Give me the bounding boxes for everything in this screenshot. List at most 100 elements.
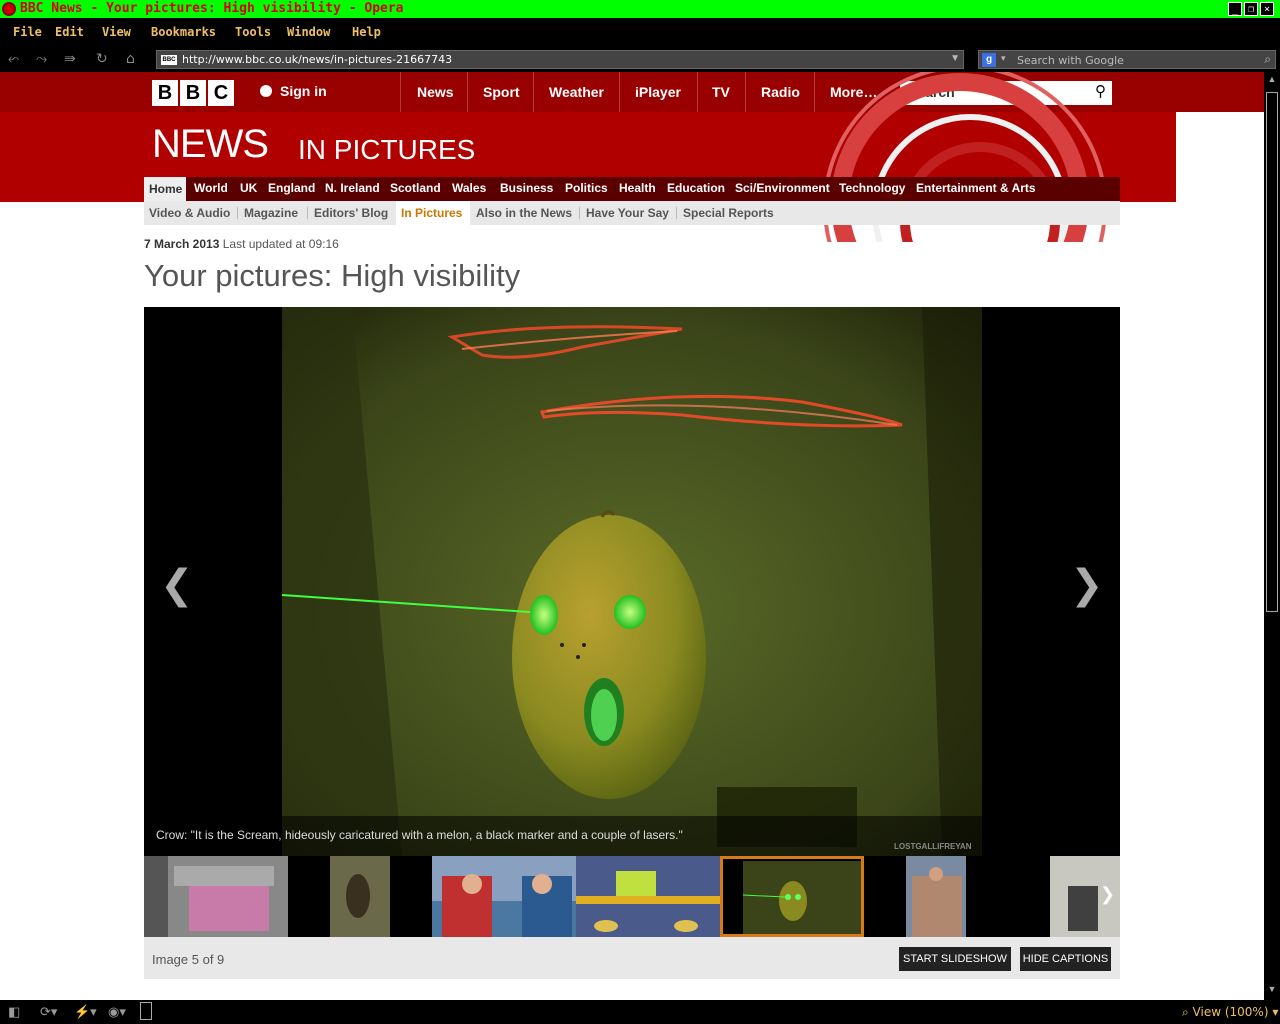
sub-nav-editors-blog[interactable]: Editors' Blog [314,206,388,220]
menu-edit[interactable]: Edit [55,25,84,39]
status-bar: ◧ ⟳▾ ⚡▾ ◉▾ ⌕ View (100%) ▾ [0,1000,1280,1024]
news-wordmark[interactable]: NEWS [152,122,269,167]
sign-in-link[interactable]: Sign in [260,83,327,99]
caption-text: Crow: "It is the Scream, hideously caric… [156,828,683,842]
site-favicon-icon: BBC [161,55,177,65]
hide-captions-button[interactable]: HIDE CAPTIONS [1020,947,1111,971]
section-nav-politics[interactable]: Politics [565,181,608,195]
section-nav-health[interactable]: Health [619,181,656,195]
section-nav-scotland[interactable]: Scotland [390,181,441,195]
nav-weather[interactable]: Weather [549,84,604,100]
section-nav-business[interactable]: Business [500,181,553,195]
page-title: Your pictures: High visibility [144,258,521,293]
nav-sport[interactable]: Sport [483,84,520,100]
sub-nav-also-in-the-news[interactable]: Also in the News [476,206,572,220]
sub-nav-have-your-say[interactable]: Have Your Say [586,206,669,220]
sub-nav-in-pictures[interactable]: In Pictures [401,206,462,220]
page-viewport: BBC Sign in News Sport Weather iPlayer T… [0,72,1264,1000]
section-nav: Home World UK England N. Ireland Scotlan… [144,177,1120,201]
url-text[interactable]: http://www.bbc.co.uk/news/in-pictures-21… [182,53,452,66]
sub-nav: Video & Audio Magazine Editors' Blog In … [144,201,1120,225]
turbo-icon[interactable]: ⚡▾ [74,1004,97,1020]
reload-icon[interactable]: ↻ [96,51,108,67]
nav-news[interactable]: News [417,84,454,100]
menu-file[interactable]: File [13,25,42,39]
publish-date: 7 March 2013 [144,237,220,251]
sub-nav-magazine[interactable]: Magazine [244,206,298,220]
globe-icon[interactable]: ◉▾ [108,1004,126,1020]
thumbnail-1[interactable] [144,856,288,937]
thumbnail-2[interactable] [288,856,432,937]
search-icon[interactable]: ⌕ [1264,52,1271,67]
article-date: 7 March 2013 Last updated at 09:16 [144,237,339,251]
melon-scream-photo [282,307,982,856]
user-icon [260,85,272,97]
section-nav-world[interactable]: World [194,181,228,195]
sub-nav-video-audio[interactable]: Video & Audio [149,206,230,220]
thumbnail-next-icon[interactable]: ❯ [1100,884,1115,905]
section-nav-wales[interactable]: Wales [452,181,486,195]
chevron-down-icon[interactable]: ▾ [1001,53,1006,64]
section-nav-technology[interactable]: Technology [839,181,905,195]
next-image-icon[interactable]: ❯ [1070,562,1104,608]
thumbnail-5-selected[interactable] [720,856,864,937]
image-counter: Image 5 of 9 [152,952,225,967]
section-nav-home[interactable]: Home [144,177,186,201]
previous-image-icon[interactable]: ❮ [160,562,194,608]
sync-icon[interactable]: ⟳▾ [40,1004,57,1020]
menu-tools[interactable]: Tools [235,25,271,39]
start-slideshow-button[interactable]: START SLIDESHOW [899,947,1011,971]
close-icon[interactable]: × [1260,2,1274,16]
menu-bookmarks[interactable]: Bookmarks [151,25,216,39]
menu-view[interactable]: View [102,25,131,39]
fast-forward-icon[interactable]: ⇛ [64,51,76,67]
panel-toggle-icon[interactable]: ◧ [8,1004,20,1020]
bbc-logo-letter: C [208,80,234,106]
section-nav-n-ireland[interactable]: N. Ireland [325,181,380,195]
banner-edge [1176,112,1264,202]
section-nav-entertainment[interactable]: Entertainment & Arts [916,181,1036,195]
section-nav-uk[interactable]: UK [240,181,257,195]
section-nav-england[interactable]: England [268,181,315,195]
address-field[interactable]: BBC http://www.bbc.co.uk/news/in-picture… [156,50,964,69]
sub-nav-special-reports[interactable]: Special Reports [683,206,774,220]
menu-bar: File Edit View Bookmarks Tools Window He… [0,18,1280,46]
section-nav-home-label: Home [149,182,183,196]
thumbnail-4[interactable] [576,856,720,937]
bbc-logo[interactable]: BBC [152,80,236,106]
photo-credit: LOSTGALLIFREYAN [894,842,972,851]
bbc-logo-letter: B [152,80,178,106]
home-icon[interactable]: ⌂ [126,51,135,67]
vertical-scrollbar[interactable]: ▲ ▼ [1264,72,1280,1000]
menu-help[interactable]: Help [352,25,381,39]
chevron-down-icon[interactable]: ▼ [950,53,960,64]
forward-icon[interactable]: ⤳ [36,51,47,67]
thumbnail-3[interactable] [432,856,576,937]
section-nav-sci-environment[interactable]: Sci/Environment [735,181,830,195]
page-view-icon[interactable] [140,1002,152,1020]
window-titlebar: BBC News - Your pictures: High visibilit… [0,0,1280,18]
scroll-up-icon[interactable]: ▲ [1266,74,1278,88]
nav-iplayer[interactable]: iPlayer [635,84,681,100]
back-icon[interactable]: ⬿ [8,51,19,67]
scroll-down-icon[interactable]: ▼ [1266,984,1278,998]
minimize-icon[interactable]: _ [1228,2,1242,16]
gallery-controls: Image 5 of 9 START SLIDESHOW HIDE CAPTIO… [144,937,1120,979]
gallery-main-image: ❮ ❯ Crow: "It is the Scream, hideously c… [144,307,1120,856]
image-caption: Crow: "It is the Scream, hideously caric… [144,816,1120,856]
address-toolbar: ⬿ ⤳ ⇛ ↻ ⌂ BBC http://www.bbc.co.uk/news/… [0,46,1280,72]
thumbnail-6[interactable] [864,856,1008,937]
restore-icon[interactable]: ❐ [1244,2,1258,16]
browser-search-placeholder: Search with Google [1017,54,1124,67]
bbc-logo-letter: B [180,80,206,106]
browser-search-field[interactable]: g ▾ Search with Google ⌕ [978,50,1276,69]
section-nav-education[interactable]: Education [667,181,725,195]
menu-window[interactable]: Window [287,25,330,39]
scrollbar-thumb[interactable] [1266,92,1278,612]
last-updated: Last updated at 09:16 [222,237,339,251]
zoom-level[interactable]: ⌕ View (100%) ▾ [1182,1005,1278,1020]
google-icon[interactable]: g [982,53,996,67]
zoom-label: View (100%) [1192,1005,1269,1019]
section-title: IN PICTURES [298,134,476,165]
opera-logo-icon [2,2,16,16]
